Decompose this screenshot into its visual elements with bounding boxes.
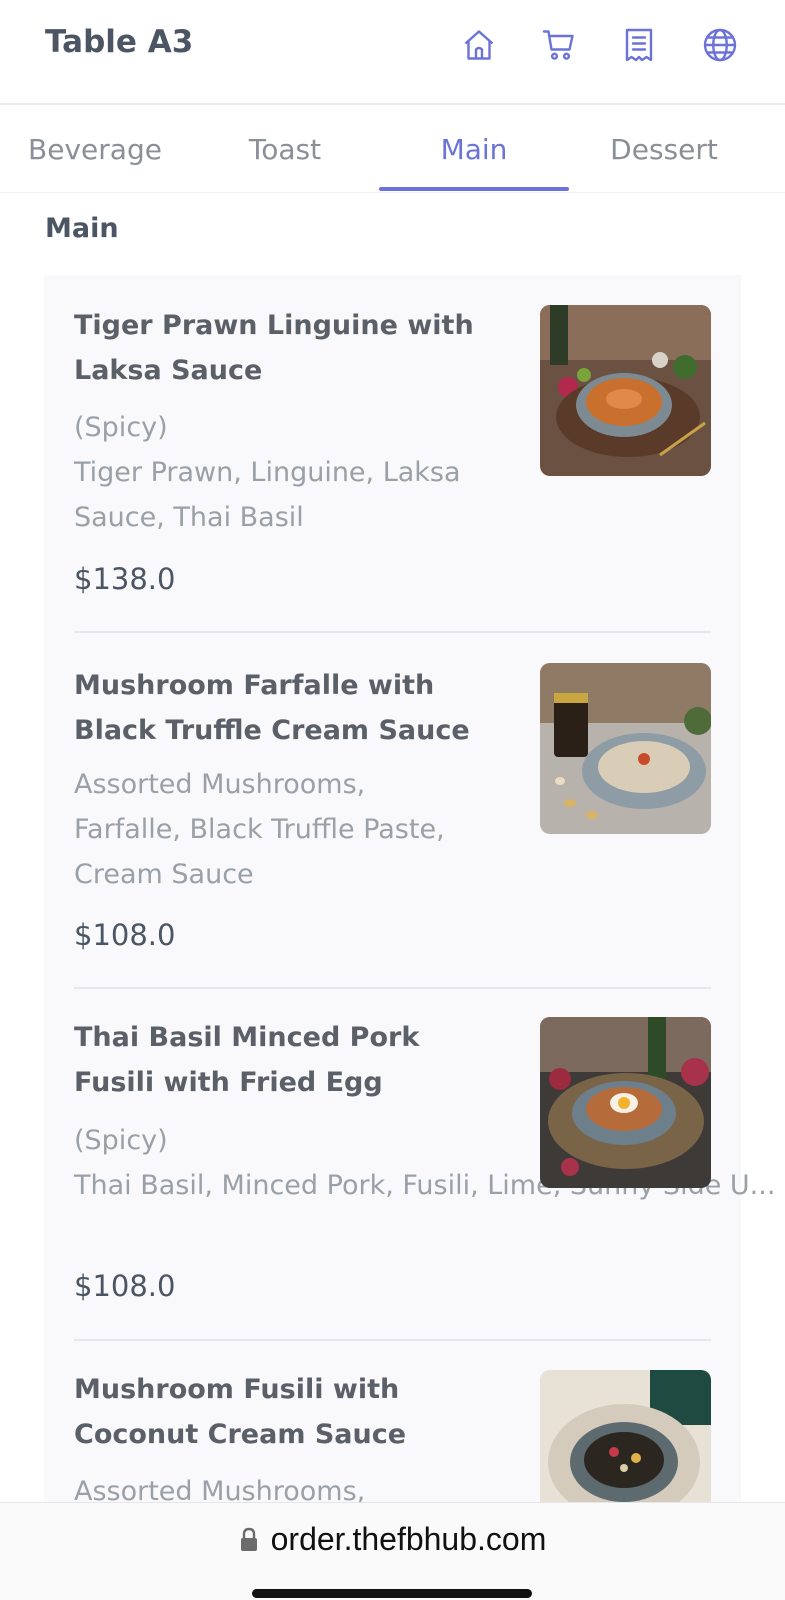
item-photo[interactable] [540, 663, 711, 834]
tab-beverage[interactable]: Beverage [0, 105, 190, 193]
section-title: Main [45, 213, 119, 244]
tab-dessert[interactable]: Dessert [569, 105, 759, 193]
item-photo[interactable] [540, 305, 711, 476]
dish-image [540, 1017, 711, 1188]
item-price: $138.0 [74, 562, 176, 596]
item-price: $108.0 [74, 918, 176, 952]
menu-item-card[interactable]: Tiger Prawn Linguine with Laksa Sauce (S… [44, 275, 741, 633]
item-photo[interactable] [540, 1370, 711, 1502]
item-ingredients: Thai Basil, Minced Pork, Fusili, Lime, S… [74, 1170, 776, 1201]
url-display[interactable]: order.thefbhub.com [0, 1521, 785, 1558]
item-note: (Spicy) [74, 412, 168, 443]
dish-image [540, 663, 711, 834]
header-bar: Table A3 [0, 0, 785, 105]
dish-image [540, 1370, 711, 1502]
item-price: $108.0 [74, 1269, 176, 1303]
tab-toast[interactable]: Toast [190, 105, 380, 193]
home-indicator [252, 1589, 532, 1598]
menu-item-card[interactable]: Mushroom Fusili with Coconut Cream Sauce… [44, 1341, 741, 1507]
item-name: Thai Basil Minced Pork Fusili with Fried… [74, 1022, 420, 1098]
item-photo[interactable] [540, 1017, 711, 1188]
language-button[interactable] [698, 22, 742, 68]
lock-icon [240, 1527, 257, 1551]
orders-button[interactable] [617, 22, 661, 68]
home-button[interactable] [457, 22, 501, 68]
item-note: (Spicy) [74, 1125, 168, 1156]
home-icon [464, 30, 494, 60]
browser-url-bar: order.thefbhub.com [0, 1502, 785, 1600]
item-ingredients: Assorted Mushrooms, Farfalle, Black Truf… [74, 769, 445, 890]
item-name: Mushroom Fusili with Coconut Cream Sauce [74, 1374, 407, 1450]
receipt-icon [625, 28, 653, 62]
item-ingredients: Tiger Prawn, Linguine, Laksa Sauce, Thai… [74, 457, 461, 533]
url-text: order.thefbhub.com [270, 1521, 547, 1557]
cart-icon [542, 30, 574, 60]
globe-icon [703, 28, 737, 62]
item-name: Mushroom Farfalle with Black Truffle Cre… [74, 670, 470, 746]
menu-item-card[interactable]: Mushroom Farfalle with Black Truffle Cre… [44, 633, 741, 989]
dish-image [540, 305, 711, 476]
cart-button[interactable] [537, 22, 581, 68]
table-title: Table A3 [45, 24, 194, 60]
tab-main[interactable]: Main [379, 105, 569, 193]
category-tabs: Beverage Toast Main Dessert [0, 105, 785, 193]
item-name: Tiger Prawn Linguine with Laksa Sauce [74, 310, 474, 386]
menu-item-card[interactable]: Thai Basil Minced Pork Fusili with Fried… [44, 989, 776, 1341]
